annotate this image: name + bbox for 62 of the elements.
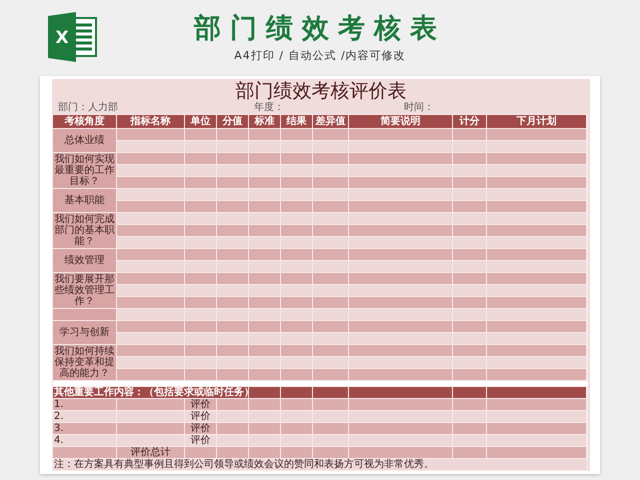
- table-cell: [280, 386, 312, 398]
- table-cell: [116, 398, 184, 410]
- table-cell: 评价总计: [116, 446, 184, 458]
- table-cell: [116, 368, 184, 380]
- table-cell: [116, 332, 184, 344]
- table-cell: [116, 260, 184, 272]
- table-cell: [116, 434, 184, 446]
- table-cell: [248, 386, 280, 398]
- column-header: 下月计划: [486, 114, 586, 128]
- column-header: 指标名称: [116, 114, 184, 128]
- category-cell: 我们要展开那些绩效管理工作？: [52, 272, 116, 308]
- table-cell: [312, 386, 348, 398]
- column-header: 计分: [452, 114, 486, 128]
- section-heading: 其他重要工作内容：（包括要求或临时任务）: [52, 386, 248, 398]
- table-cell: [116, 248, 184, 260]
- column-header: 差异值: [312, 114, 348, 128]
- table-cell: [116, 272, 184, 284]
- banner-subtitle: A4打印 / 自动公式 /内容可修改: [234, 48, 406, 62]
- table-cell: [452, 386, 486, 398]
- column-header: 考核角度: [52, 114, 116, 128]
- table-cell: [116, 308, 184, 320]
- column-header: 简要说明: [348, 114, 452, 128]
- category-cell: 我们如何持续保持变革和提高的能力？: [52, 344, 116, 380]
- table-cell: [116, 410, 184, 422]
- table-cell: [116, 284, 184, 296]
- column-header: 分值: [216, 114, 248, 128]
- table-cell: 4.: [52, 434, 116, 446]
- category-cell: 绩效管理: [52, 248, 116, 272]
- table-cell: [116, 188, 184, 200]
- table-cell: [116, 422, 184, 434]
- category-cell: [52, 308, 116, 320]
- table-cell: [116, 296, 184, 308]
- column-header: 结果: [280, 114, 312, 128]
- table-cell: [116, 200, 184, 212]
- info-label: 部门：人力部: [58, 102, 119, 114]
- sheet-title: 部门绩效考核评价表: [234, 80, 406, 102]
- banner-title: 部门绩效考核表: [194, 12, 446, 44]
- table-cell: 1.: [52, 398, 116, 410]
- category-cell: 我们如何完成部门的基本职能？: [52, 212, 116, 248]
- table-cell: [116, 164, 184, 176]
- table-cell: [116, 320, 184, 332]
- table-cell: [116, 128, 184, 140]
- note-text: 注：在方案具有典型事例且得到公司领导或绩效会议的赞同和表扬方可视为非常优秀。: [52, 458, 588, 470]
- info-label: 时间：: [404, 102, 435, 114]
- table-cell: [116, 236, 184, 248]
- table-cell: [116, 356, 184, 368]
- column-header: 标准: [248, 114, 280, 128]
- category-cell: 我们如何实现最重要的工作目标？: [52, 152, 116, 188]
- table-cell: [116, 176, 184, 188]
- category-cell: 总体业绩: [52, 128, 116, 152]
- category-cell: 基本职能: [52, 188, 116, 212]
- table-cell: [116, 152, 184, 164]
- category-cell: 学习与创新: [52, 320, 116, 344]
- table-cell: [116, 140, 184, 152]
- info-label: 年度：: [254, 102, 285, 114]
- table-cell: [116, 344, 184, 356]
- table-cell: 2.: [52, 410, 116, 422]
- table-cell: [52, 446, 116, 458]
- column-header: 单位: [184, 114, 216, 128]
- table-cell: [116, 212, 184, 224]
- table-cell: [116, 224, 184, 236]
- table-cell: 3.: [52, 422, 116, 434]
